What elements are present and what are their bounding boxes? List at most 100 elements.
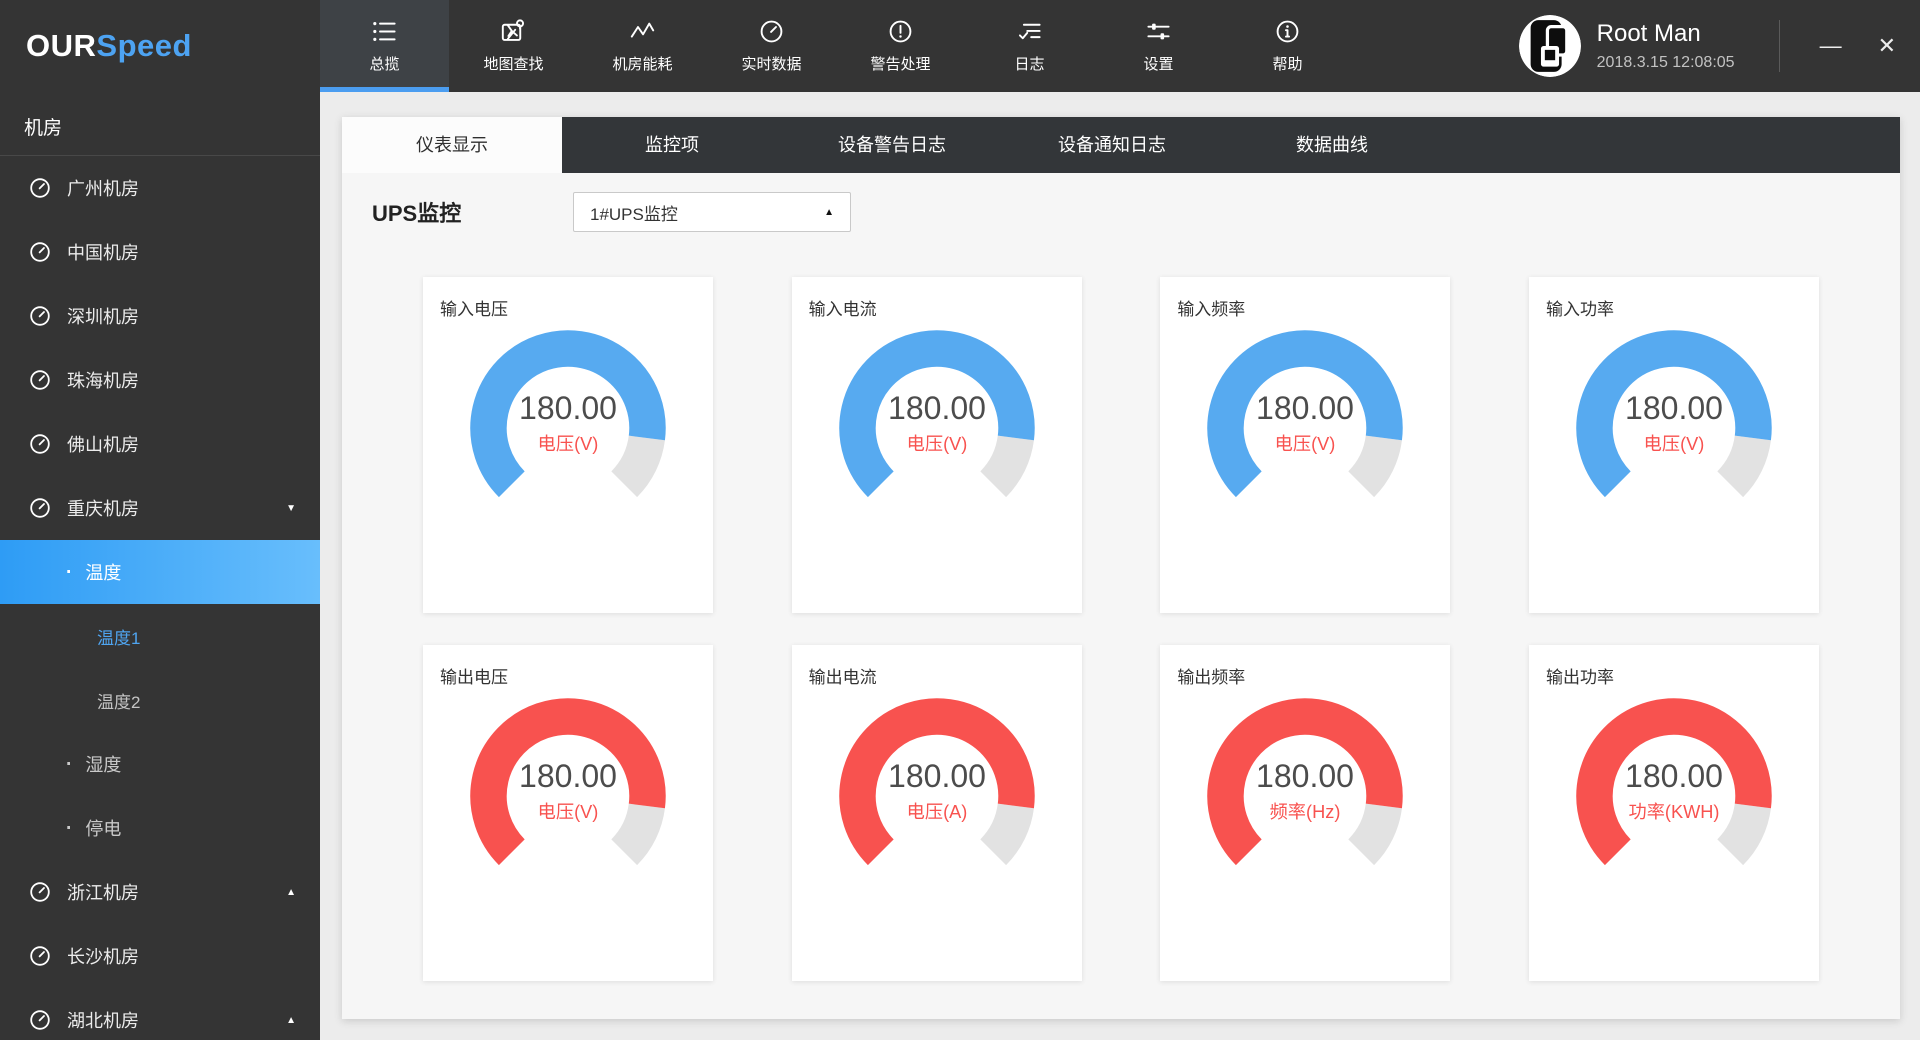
controls-row: UPS监控 1#UPS监控 ▲ [372,192,1900,232]
gauge-wrap: 180.00 电压(A) [792,690,1082,876]
tab-meter-display[interactable]: 仪表显示 [342,117,562,173]
sidebar-item-foshan[interactable]: 佛山机房 [0,412,320,476]
gauge-value: 180.00 [888,390,986,426]
caret-down-icon: ▼ [286,503,296,514]
energy-icon [629,18,656,45]
gauge-dial: 180.00 电压(A) [831,690,1043,876]
gauge-card-title: 输入频率 [1160,277,1450,320]
gauge-dial: 180.00频率(Hz) [1199,690,1411,876]
sidebar-item-temperature[interactable]: ·温度 [0,540,320,604]
sidebar: 机房 广州机房中国机房深圳机房珠海机房佛山机房重庆机房 ▼ ·温度温度1 温度2·湿度… [0,92,320,1040]
window-minimize-button[interactable]: — [1820,35,1842,57]
sidebar-item-zhongguo[interactable]: 中国机房 [0,220,320,284]
avatar-logo-icon [1519,15,1581,77]
sidebar-item-temperature-2[interactable]: 温度2 [0,668,320,732]
top-bar: OURSpeed 总揽 地图查找 机房能耗 实时数据 警告处理 日志设置帮助 Root M… [0,0,1920,92]
sidebar-header: 机房 [0,92,320,156]
sidebar-item-label: 重庆机房 [67,495,139,521]
nav-item-overview[interactable]: 总揽 [320,0,449,92]
ups-select[interactable]: 1#UPS监控 ▲ [573,192,851,232]
bullet-icon: · [64,755,73,769]
sidebar-item-label: 长沙机房 [67,943,139,969]
sidebar-item-temperature-1[interactable]: 温度1 [0,604,320,668]
nav-item-label: 机房能耗 [612,53,672,74]
nav-item-logs[interactable]: 日志 [965,0,1094,92]
gauge-icon [28,1008,52,1032]
sidebar-item-label: 温度1 [97,624,140,649]
sidebar-item-humidity[interactable]: ·湿度 [0,732,320,796]
nav-item-help[interactable]: 帮助 [1223,0,1352,92]
nav-item-label: 地图查找 [483,53,543,74]
caret-up-icon: ▲ [286,1015,296,1026]
tab-monitor-items[interactable]: 监控项 [562,117,782,173]
nav-item-label: 总揽 [369,53,399,74]
sidebar-item-label: 深圳机房 [67,303,139,329]
gauge-card-title: 输出电流 [792,645,1082,688]
user-name: Root Man [1597,20,1735,48]
sidebar-item-changsha[interactable]: 长沙机房 [0,924,320,988]
gauge-unit: 电压(V) [1275,434,1336,454]
gauge-value: 180.00 [519,390,617,426]
gauge-value: 180.00 [1256,390,1354,426]
gauge-value: 180.00 [888,758,986,794]
user-meta: Root Man 2018.3.15 12:08:05 [1597,20,1735,72]
gauge-card: 输出频率180.00频率(Hz) [1160,645,1450,981]
gauge-dial: 180.00功率(KWH) [1568,690,1780,876]
sidebar-item-label: 中国机房 [67,239,139,265]
gauge-unit: 电压(V) [538,434,599,454]
nav-item-label: 实时数据 [741,53,801,74]
window-close-button[interactable]: ✕ [1878,35,1896,57]
gauge-card: 输入频率 180.00 电压(V) [1160,277,1450,613]
nav-item-room-energy[interactable]: 机房能耗 [578,0,707,92]
alert-icon [887,18,914,45]
sidebar-item-label: 湖北机房 [67,1007,139,1033]
gauge-card: 输入功率180.00电压(V) [1529,277,1819,613]
bullet-icon: · [64,819,73,833]
nav-item-label: 警告处理 [870,53,930,74]
gauge-unit: 电压(V) [1644,434,1705,454]
nav-item-alert-handling[interactable]: 警告处理 [836,0,965,92]
overview-icon [371,18,398,45]
sidebar-item-zhuhai[interactable]: 珠海机房 [0,348,320,412]
gauge-icon [28,880,52,904]
gauge-icon [28,240,52,264]
user-area: Root Man 2018.3.15 12:08:05 — ✕ [1519,0,1920,92]
tab-bar: 仪表显示监控项设备警告日志设备通知日志数据曲线 [342,117,1900,173]
gauge-unit: 功率(KWH) [1628,802,1719,822]
gauge-wrap: 180.00频率(Hz) [1160,690,1450,876]
gauge-card: 输出电流 180.00 电压(A) [792,645,1082,981]
gauge-dial: 180.00 电压(V) [1568,322,1780,508]
nav-item-label: 帮助 [1272,53,1302,74]
top-nav: 总揽 地图查找 机房能耗 实时数据 警告处理 日志设置帮助 [320,0,1352,92]
gauge-icon [28,368,52,392]
nav-item-settings[interactable]: 设置 [1094,0,1223,92]
nav-item-map-search[interactable]: 地图查找 [449,0,578,92]
sidebar-item-power-outage[interactable]: ·停电 [0,796,320,860]
app-logo: OURSpeed [0,0,320,92]
tab-device-alert-log[interactable]: 设备警告日志 [782,117,1002,173]
gauge-icon [28,432,52,456]
gauge-wrap: 180.00电压(V) [792,322,1082,508]
gauge-card-title: 输出电压 [423,645,713,688]
logo-text-speed: Speed [96,28,192,64]
gauge-value: 180.00 [519,758,617,794]
gauge-card-title: 输入电流 [792,277,1082,320]
tab-device-notice-log[interactable]: 设备通知日志 [1002,117,1222,173]
user-datetime: 2018.3.15 12:08:05 [1597,54,1735,72]
avatar[interactable] [1519,15,1581,77]
sidebar-item-zhejiang[interactable]: 浙江机房▲ [0,860,320,924]
gauge-card-title: 输出频率 [1160,645,1450,688]
sidebar-item-hubei[interactable]: 湖北机房 ▲ [0,988,320,1040]
sidebar-item-chongqing[interactable]: 重庆机房 ▼ [0,476,320,540]
gauge-wrap: 180.00 电压(V) [423,322,713,508]
gauge-unit: 电压(A) [906,802,967,822]
ups-select-value: 1#UPS监控 [590,200,678,225]
gauge-wrap: 180.00 电压(V) [1529,322,1819,508]
tab-data-curve[interactable]: 数据曲线 [1222,117,1442,173]
settings-icon [1145,18,1172,45]
gauge-dial: 180.00电压(V) [831,322,1043,508]
sidebar-item-guangzhou[interactable]: 广州机房 [0,156,320,220]
gauge-value: 180.00 [1625,390,1723,426]
nav-item-realtime-data[interactable]: 实时数据 [707,0,836,92]
sidebar-item-shenzhen[interactable]: 深圳机房 [0,284,320,348]
